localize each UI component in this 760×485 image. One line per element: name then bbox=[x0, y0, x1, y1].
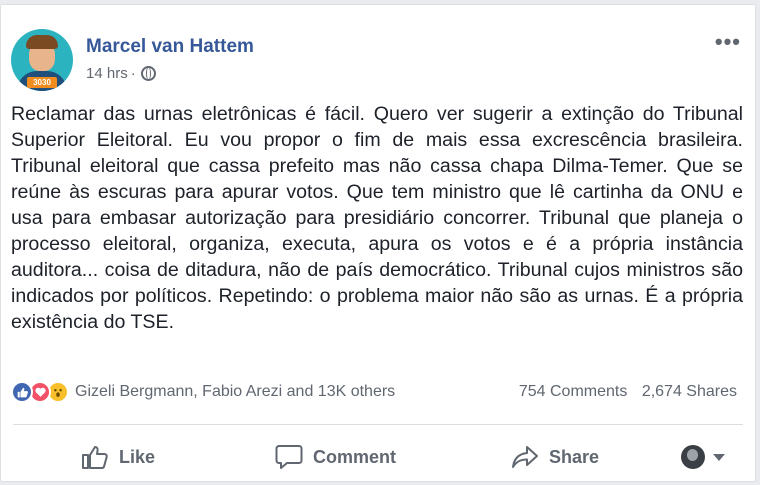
comment-label: Comment bbox=[313, 446, 397, 467]
post-timestamp[interactable]: 14 hrs bbox=[86, 65, 128, 82]
engagement-counts: 754 Comments 2,674 Shares bbox=[519, 383, 737, 401]
like-button[interactable]: Like bbox=[81, 437, 155, 477]
author-avatar[interactable]: 3030 bbox=[11, 29, 73, 91]
comments-count[interactable]: 754 Comments bbox=[519, 383, 628, 400]
action-bar: Like Comment Share bbox=[1, 437, 757, 477]
reaction-names[interactable]: Gizeli Bergmann, Fabio Arezi and 13K oth… bbox=[75, 383, 395, 401]
post-text: Reclamar das urnas eletrônicas é fácil. … bbox=[11, 103, 743, 333]
reactions-summary[interactable]: Gizeli Bergmann, Fabio Arezi and 13K oth… bbox=[11, 381, 395, 403]
share-arrow-icon bbox=[512, 446, 538, 468]
shares-count[interactable]: 2,674 Shares bbox=[642, 383, 737, 400]
viewer-avatar bbox=[681, 445, 705, 469]
comment-button[interactable]: Comment bbox=[275, 437, 396, 477]
author-name[interactable]: Marcel van Hattem bbox=[86, 36, 254, 58]
globe-icon[interactable] bbox=[140, 66, 156, 81]
share-button[interactable]: Share bbox=[511, 437, 599, 477]
chevron-down-icon bbox=[713, 453, 725, 461]
like-icon bbox=[11, 381, 33, 403]
react-as-selector[interactable] bbox=[681, 437, 725, 477]
avatar-badge: 3030 bbox=[27, 77, 57, 88]
post-card: 3030 Marcel van Hattem 14 hrs · ••• Recl… bbox=[0, 4, 756, 482]
share-label: Share bbox=[549, 446, 600, 467]
like-label: Like bbox=[119, 446, 156, 467]
meta-separator: · bbox=[130, 65, 136, 82]
post-meta: 14 hrs · bbox=[86, 65, 156, 82]
comment-icon bbox=[275, 445, 303, 469]
more-options-button[interactable]: ••• bbox=[715, 29, 741, 55]
avatar-hair bbox=[26, 35, 58, 49]
thumbs-up-icon bbox=[82, 446, 108, 469]
actions-divider bbox=[13, 424, 743, 425]
